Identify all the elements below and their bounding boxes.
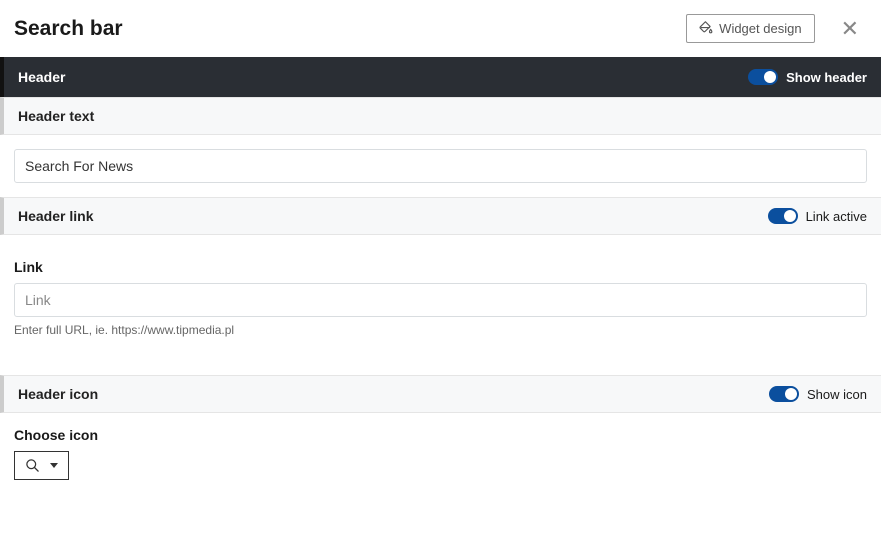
- header-icon-section: Header icon Show icon: [0, 375, 881, 413]
- widget-design-label: Widget design: [719, 21, 801, 36]
- show-header-toggle[interactable]: [748, 69, 778, 85]
- header-link-content: Link Enter full URL, ie. https://www.tip…: [0, 235, 881, 351]
- paint-bucket-icon: [699, 20, 713, 37]
- header-text-section: Header text: [0, 97, 881, 135]
- search-icon: [25, 458, 40, 473]
- widget-design-button[interactable]: Widget design: [686, 14, 814, 43]
- choose-icon-content: Choose icon: [0, 413, 881, 494]
- page-title: Search bar: [14, 17, 686, 41]
- titlebar: Search bar Widget design ✕: [0, 0, 881, 57]
- header-link-section: Header link Link active: [0, 197, 881, 235]
- chevron-down-icon: [50, 463, 58, 468]
- header-text-input[interactable]: [14, 149, 867, 183]
- close-icon[interactable]: ✕: [835, 16, 865, 42]
- show-icon-toggle-wrap: Show icon: [769, 386, 867, 402]
- show-header-toggle-wrap: Show header: [748, 69, 867, 85]
- header-section-label: Header: [18, 69, 748, 85]
- link-active-toggle-label: Link active: [806, 209, 867, 224]
- link-field-label: Link: [14, 259, 867, 275]
- choose-icon-label: Choose icon: [14, 427, 867, 443]
- show-header-toggle-label: Show header: [786, 70, 867, 85]
- header-section-row: Header Show header: [0, 57, 881, 97]
- link-input[interactable]: [14, 283, 867, 317]
- header-icon-label: Header icon: [18, 386, 769, 402]
- link-active-toggle[interactable]: [768, 208, 798, 224]
- link-helper-text: Enter full URL, ie. https://www.tipmedia…: [14, 323, 867, 337]
- header-text-content: [0, 135, 881, 197]
- show-icon-toggle-label: Show icon: [807, 387, 867, 402]
- show-icon-toggle[interactable]: [769, 386, 799, 402]
- link-active-toggle-wrap: Link active: [768, 208, 867, 224]
- header-text-label: Header text: [18, 108, 867, 124]
- header-link-label: Header link: [18, 208, 768, 224]
- icon-picker-button[interactable]: [14, 451, 69, 480]
